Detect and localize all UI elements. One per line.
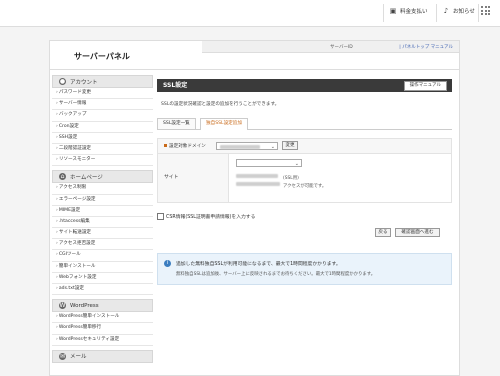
sidebar-item[interactable]: CGIツール xyxy=(52,250,153,262)
sidebar-item[interactable]: WordPressセキュリティ設定 xyxy=(52,335,153,346)
panel-header: サーバーパネル サーバーID | パネルトップ マニュアル xyxy=(50,41,459,70)
site-row: サイト ⌄ (SSL用) アクセスが可能です。 xyxy=(157,154,452,203)
sidebar-section-title: メール xyxy=(70,354,87,361)
top-bar: ▣ 料金支払い ♪ お知らせ xyxy=(0,0,500,27)
action-buttons: 戻る 確認画面へ進む xyxy=(157,226,452,240)
sidebar-item[interactable]: 二段階認証設定 xyxy=(52,144,153,156)
back-button[interactable]: 戻る xyxy=(375,228,391,237)
header-info-bar: サーバーID | パネルトップ マニュアル xyxy=(202,41,459,53)
top-bar-divider xyxy=(383,4,384,22)
domain-row: 設定対象ドメイン ⌄ 変更 xyxy=(157,138,452,154)
sidebar-item[interactable]: バックアップ xyxy=(52,110,153,122)
sidebar-item[interactable]: エラーページ設定 xyxy=(52,195,153,206)
manual-button[interactable]: 操作マニュアル xyxy=(403,81,447,91)
sidebar: ● アカウント パスワード変更 サーバー情報 バックアップ Cron設定 SSH… xyxy=(52,71,153,363)
user-icon: ● xyxy=(59,78,66,85)
description-text: SSLの設定状況確認と設定の追加を行うことができます。 xyxy=(161,102,280,107)
chevron-down-icon: ⌄ xyxy=(294,161,299,167)
domain-select[interactable]: ⌄ xyxy=(216,142,278,150)
billing-link[interactable]: ▣ 料金支払い xyxy=(389,7,428,15)
sidebar-item[interactable]: MIME設定 xyxy=(52,206,153,217)
sidebar-section-account[interactable]: ● アカウント xyxy=(52,75,153,88)
sidebar-item[interactable]: アクセス制限 xyxy=(52,183,153,195)
site-note: (SSL用) xyxy=(283,176,299,181)
domain-label: 設定対象ドメイン xyxy=(164,143,206,149)
sidebar-item[interactable]: リソースモニター xyxy=(52,155,153,167)
sidebar-section-mail[interactable]: ✉ メール xyxy=(52,349,153,363)
section-header: SSL設定 操作マニュアル xyxy=(157,79,452,92)
sidebar-item[interactable]: サイト転送設定 xyxy=(52,228,153,240)
tab-ssl-add[interactable]: 独自SSL設定追加 xyxy=(200,118,248,130)
site-label: サイト xyxy=(164,175,179,180)
info-icon: i xyxy=(164,260,171,267)
sidebar-item[interactable]: Webフォント設定 xyxy=(52,273,153,284)
change-button[interactable]: 変更 xyxy=(282,141,298,150)
bell-icon: ♪ xyxy=(443,7,449,15)
site-note: アクセスが可能です。 xyxy=(283,184,327,189)
tab-ssl-list[interactable]: SSL設定一覧 xyxy=(157,118,196,129)
domain-value-blurred xyxy=(220,145,260,149)
home-icon: ⌂ xyxy=(59,173,66,181)
server-panel: サーバーパネル サーバーID | パネルトップ マニュアル ● アカウント パス… xyxy=(49,40,460,376)
csr-checkbox[interactable] xyxy=(157,213,164,220)
billing-label: 料金支払い xyxy=(400,9,428,15)
site-value-blurred xyxy=(236,182,280,186)
site-select[interactable]: ⌄ xyxy=(236,159,302,167)
sidebar-section-title: WordPress xyxy=(70,302,99,309)
sidebar-item[interactable]: Cron設定 xyxy=(52,122,153,133)
info-box: i 追加した無料独自SSLが利用可能になるまで、最大で1時間程度かかります。 無… xyxy=(157,253,452,285)
sidebar-section-title: アカウント xyxy=(70,79,98,86)
sidebar-item[interactable]: ads.txt設定 xyxy=(52,284,153,296)
server-id-label: サーバーID xyxy=(330,45,353,50)
page-title: サーバーパネル xyxy=(74,52,130,61)
wallet-icon: ▣ xyxy=(389,7,397,15)
wordpress-icon: W xyxy=(59,302,66,310)
sidebar-item[interactable]: アクセス拒否設定 xyxy=(52,239,153,251)
header-links[interactable]: | パネルトップ マニュアル xyxy=(399,44,453,50)
app-menu-icon[interactable] xyxy=(481,6,490,15)
sidebar-item[interactable]: 簡単インストール xyxy=(52,262,153,273)
sidebar-item[interactable]: SSH設定 xyxy=(52,133,153,144)
site-value-blurred xyxy=(236,174,278,178)
csr-label: CSR情報(SSL証明書申請情報)を入力する xyxy=(166,215,256,220)
mail-icon: ✉ xyxy=(59,352,66,360)
sidebar-section-homepage[interactable]: ⌂ ホームページ xyxy=(52,170,153,184)
csr-option[interactable]: CSR情報(SSL証明書申請情報)を入力する xyxy=(157,212,452,221)
section-title: SSL設定 xyxy=(163,82,188,89)
info-title: 追加した無料独自SSLが利用可能になるまで、最大で1時間程度かかります。 xyxy=(176,262,341,267)
main-content: SSL設定 操作マニュアル SSLの設定状況確認と設定の追加を行うことができます… xyxy=(157,79,452,285)
sidebar-section-title: ホームページ xyxy=(70,174,103,181)
sidebar-item[interactable]: サーバー情報 xyxy=(52,99,153,111)
sidebar-item[interactable]: WordPress簡単インストール xyxy=(52,312,153,324)
top-bar-divider xyxy=(436,4,437,22)
sidebar-item[interactable]: .htaccess編集 xyxy=(52,217,153,229)
notice-link[interactable]: ♪ お知らせ xyxy=(442,7,475,15)
notice-label: お知らせ xyxy=(453,9,475,15)
sidebar-item[interactable]: パスワード変更 xyxy=(52,88,153,100)
info-text: 無料独自SSLは追加後、サーバー上に反映されるまでお待ちください。最大で1時間程… xyxy=(176,272,376,277)
sidebar-item[interactable]: WordPress簡単移行 xyxy=(52,323,153,335)
tab-bar: SSL設定一覧 独自SSL設定追加 xyxy=(157,118,452,130)
sidebar-section-wordpress[interactable]: W WordPress xyxy=(52,299,153,313)
confirm-button[interactable]: 確認画面へ進む xyxy=(395,228,440,237)
chevron-down-icon: ⌄ xyxy=(270,144,275,150)
top-bar-divider xyxy=(478,4,479,22)
